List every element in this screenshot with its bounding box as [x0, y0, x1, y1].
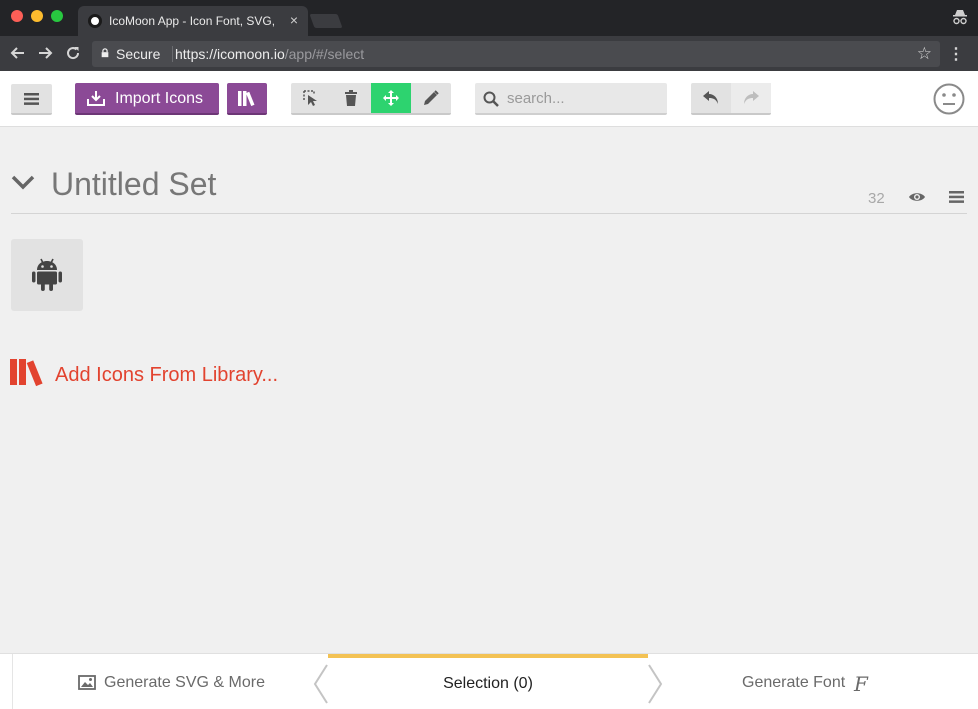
set-title[interactable]: Untitled Set [51, 166, 216, 203]
set-menu-icon[interactable] [949, 191, 964, 203]
redo-button[interactable] [731, 83, 771, 113]
icon-search-input[interactable]: search... [475, 83, 667, 115]
reload-icon[interactable] [64, 44, 82, 62]
edit-tool-button[interactable] [411, 83, 451, 113]
add-icons-label: Add Icons From Library... [55, 364, 279, 386]
import-icons-button[interactable]: Import Icons [75, 83, 219, 115]
history-group [691, 83, 771, 115]
icon-tile-android[interactable] [11, 239, 83, 311]
library-books-icon [10, 359, 43, 387]
chevron-right-icon [648, 664, 663, 704]
selection-label: Selection (0) [443, 675, 533, 692]
move-tool-button[interactable] [371, 83, 411, 113]
address-field[interactable]: Secure https://icomoon.io/app/#/select ☆ [92, 41, 940, 67]
mode-tool-group [291, 83, 451, 115]
address-separator [172, 46, 173, 62]
bottom-bar: Generate SVG & More Selection (0) Genera… [0, 653, 978, 709]
redo-icon [744, 91, 759, 104]
browser-tab-active[interactable]: IcoMoon App - Icon Font, SVG, × [78, 6, 308, 36]
icomoon-favicon-icon [88, 14, 102, 28]
select-cursor-icon [303, 90, 317, 106]
account-smiley-icon[interactable] [933, 83, 965, 115]
lock-icon [101, 48, 109, 58]
search-icon [483, 91, 499, 107]
app-toolbar: Import Icons search... [0, 71, 978, 127]
import-icons-label: Import Icons [115, 90, 204, 107]
browser-titlebar: IcoMoon App - Icon Font, SVG, × [0, 0, 978, 36]
secure-label: Secure [116, 46, 161, 62]
main-menu-button[interactable] [11, 84, 52, 115]
browser-addressbar: Secure https://icomoon.io/app/#/select ☆… [0, 36, 978, 71]
generate-svg-label: Generate SVG & More [104, 674, 265, 691]
trash-icon [345, 90, 357, 106]
back-arrow-icon[interactable] [9, 44, 27, 62]
icon-library-button[interactable] [227, 83, 267, 115]
chevron-left-icon [313, 664, 328, 704]
image-icon [78, 675, 96, 690]
window-zoom-button[interactable] [51, 10, 63, 22]
forward-arrow-icon[interactable] [36, 44, 54, 62]
icon-set-header: Untitled Set 32 [11, 160, 967, 214]
search-placeholder: search... [507, 90, 565, 107]
pencil-icon [424, 90, 439, 105]
tab-close-icon[interactable]: × [290, 12, 298, 28]
delete-tool-button[interactable] [331, 83, 371, 113]
new-tab-button[interactable] [309, 14, 343, 28]
bottom-bar-divider [12, 654, 13, 709]
url-path: /app/#/select [284, 46, 365, 62]
android-icon [32, 258, 62, 291]
incognito-icon [953, 10, 967, 25]
url-text: https://icomoon.io/app/#/select [175, 46, 364, 62]
generate-font-tab[interactable]: Generate Font F [742, 672, 868, 696]
eye-icon[interactable] [908, 191, 926, 203]
font-icon: F [854, 672, 868, 696]
url-host: https://icomoon.io [175, 46, 285, 62]
browser-menu-icon[interactable]: ⋮ [948, 44, 964, 64]
window-minimize-button[interactable] [31, 10, 43, 22]
generate-font-label: Generate Font [742, 674, 846, 691]
hamburger-icon [24, 93, 39, 105]
window-close-button[interactable] [11, 10, 23, 22]
select-tool-button[interactable] [291, 83, 331, 113]
chevron-down-icon[interactable] [11, 174, 35, 190]
import-icon [87, 91, 105, 106]
library-books-icon [238, 91, 255, 106]
move-arrows-icon [383, 90, 399, 106]
undo-icon[interactable] [703, 91, 719, 105]
icon-count: 32 [868, 190, 885, 207]
bookmark-star-icon[interactable]: ☆ [917, 44, 932, 64]
tab-title: IcoMoon App - Icon Font, SVG, [109, 14, 276, 28]
selection-tab[interactable]: Selection (0) [328, 654, 648, 709]
